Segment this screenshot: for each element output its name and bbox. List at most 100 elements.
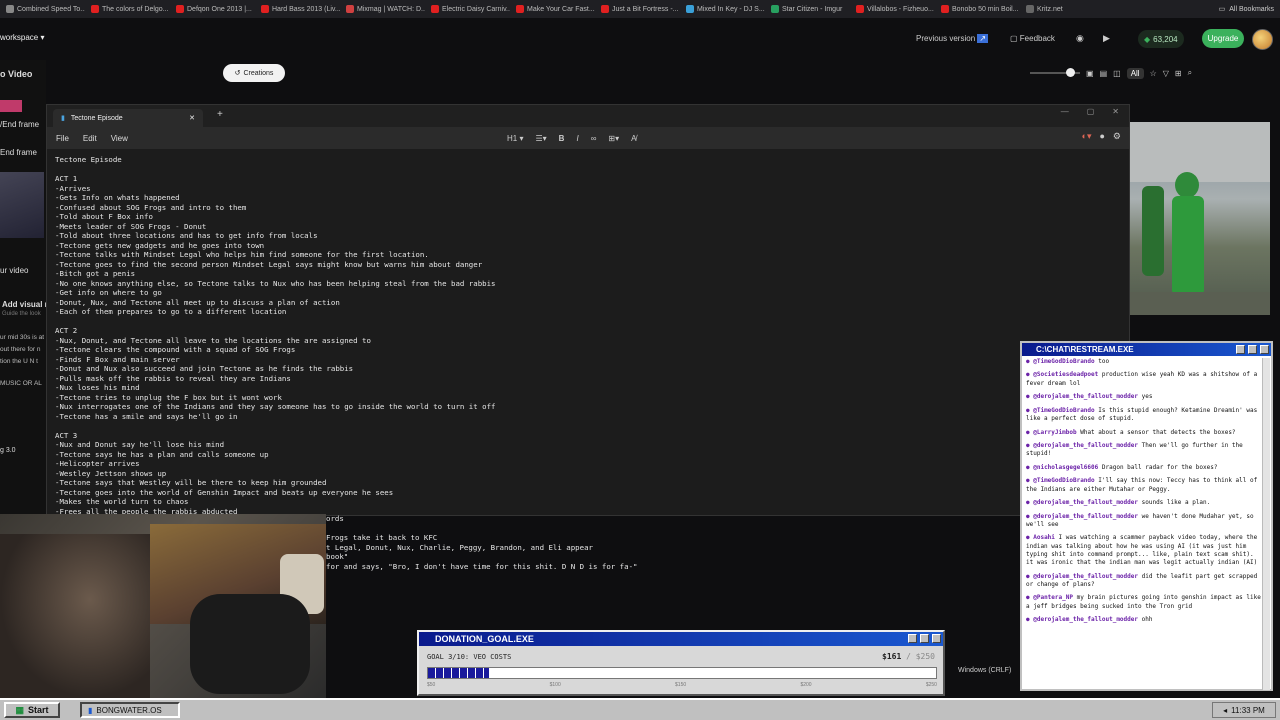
bookmark-item[interactable]: Defqon One 2013 |... [170,5,255,13]
model-label[interactable]: g 3.0 [0,447,16,454]
upgrade-button[interactable]: Upgrade [1202,29,1244,48]
profile-icon[interactable]: ● [1099,131,1104,142]
maximize-icon[interactable]: ▢ [1087,107,1095,116]
youtube-icon[interactable]: ▶ [1103,33,1110,44]
new-tab-icon[interactable]: + [217,109,223,120]
chat-username: @LarryJimbob [1033,428,1077,436]
all-bookmarks[interactable]: ▭ All Bookmarks [1210,0,1280,18]
close-window-icon[interactable]: ✕ [1112,107,1119,116]
heading-dropdown[interactable]: H1 ▾ [507,134,523,143]
grid-icon[interactable]: ⊞ [1175,69,1182,78]
clear-format-icon[interactable]: A̸ [631,134,636,143]
donation-goal-label: GOAL 3/10: VEO COSTS [427,653,512,661]
notepad-window: ▮ Tectone Episode ✕ + — ▢ ✕ File Edit View H… [46,104,1130,516]
history-icon: ↺ [234,70,241,77]
chat-username: @derojalem_the_fallout_modder [1033,442,1138,450]
bookmark-icon [516,5,524,13]
frame-thumb[interactable] [0,100,22,112]
bookmark-item[interactable]: Hard Bass 2013 (Liv... [255,5,340,13]
notepad-text[interactable]: Tectone Episode ACT 1 -Arrives -Gets Info o… [55,155,1125,516]
minimize-icon[interactable] [908,634,917,643]
chevron-down-icon: ▾ [40,33,45,42]
chat-message: ● @TimeGodDioBrando Is this stupid enoug… [1026,407,1262,424]
video-icon[interactable]: ▤ [1100,69,1108,78]
bookmark-item[interactable]: Combined Speed To... [0,5,85,13]
text-line: ACT 2 [55,326,78,335]
chat-scrollbar[interactable] [1262,358,1270,690]
credits-badge[interactable]: ◆ 63,204 [1138,30,1184,48]
donation-tick: $150 [675,682,687,688]
close-icon[interactable] [1260,345,1269,354]
filter-icon[interactable]: ▽ [1163,69,1169,78]
text-line: -Westley Jettson shows up [55,468,167,478]
bookmark-item[interactable]: Just a Bit Fortress -... [595,5,680,13]
taskbar-app[interactable]: ▮ BONGWATER.OS [80,702,180,718]
chat-text: I was watching a scammer payback video t… [1026,534,1258,567]
italic-icon[interactable]: I [576,134,578,143]
chat-username: @derojalem_the_fallout_modder [1033,572,1138,580]
notepad-tab[interactable]: ▮ Tectone Episode ✕ [53,109,203,127]
all-filter[interactable]: All [1126,67,1144,79]
avatar[interactable] [1252,29,1273,50]
bookmark-item[interactable]: The colors of Delgo... [85,5,170,13]
end-frame-option[interactable]: End frame [0,148,37,157]
bookmark-item[interactable]: Make Your Car Fast... [510,5,595,13]
text-line: -Donut, Nux, and Tectone all meet up to … [55,297,340,307]
bookmark-item[interactable]: Mixed In Key - DJ S... [680,5,765,13]
maximize-icon[interactable] [1248,345,1257,354]
minimize-icon[interactable] [1236,345,1245,354]
link-icon[interactable]: ∞ [591,134,597,143]
table-icon[interactable]: ⊞▾ [608,134,619,143]
creations-button[interactable]: ↺ Creations [223,64,285,82]
text-line: -Tectone tries to unplug the F box but i… [55,392,282,402]
bookmark-icon [941,5,949,13]
bookmark-item[interactable]: Electric Daisy Carniv... [425,5,510,13]
donation-progress-fill [428,668,489,678]
add-visual-ref[interactable]: Add visual re [2,300,52,309]
microphone [190,594,310,694]
close-icon[interactable] [932,634,941,643]
bookmark-item[interactable]: Kritz.net [1020,5,1105,13]
donation-tick: $200 [800,682,812,688]
close-icon[interactable]: ✕ [189,114,195,122]
start-button[interactable]: ▦ Start [4,702,60,718]
text-line: -Tectone gets new gadgets and he goes in… [55,240,265,250]
video-thumbnail[interactable] [1130,122,1270,315]
text-line: -Helicopter arrives [55,459,140,468]
star-icon[interactable]: ☆ [1150,69,1157,78]
bookmark-item[interactable]: Bonobo 50 min Boil... [935,5,1020,13]
bookmark-label: Combined Speed To... [17,5,85,13]
bold-icon[interactable]: B [559,134,565,143]
window-controls: — ▢ ✕ [1061,107,1119,116]
copilot-icon[interactable]: ◐▾ [1082,131,1092,142]
chat-message: ● @derojalem_the_fallout_modder yes [1026,393,1262,401]
bookmark-item[interactable]: Villalobos - Fizheuo... [850,5,935,13]
bookmark-icon [91,5,99,13]
chat-text: What about a sensor that detects the box… [1080,428,1236,436]
slider-knob[interactable] [1066,68,1075,77]
bookmark-item[interactable]: Mixmag | WATCH: D... [340,5,425,13]
text-line: Tectone Episode [55,155,122,164]
search-icon[interactable]: ⌕ [1188,68,1192,78]
tab-title: Tectone Episode [70,114,123,122]
bookmark-icon [6,5,14,13]
chat-message: ● @derojalem_the_fallout_modder ohh [1026,616,1262,624]
text-line: -Tectone goes into the world of Genshin … [55,487,394,497]
preview-image[interactable] [0,172,44,238]
maximize-icon[interactable] [920,634,929,643]
minimize-icon[interactable]: — [1061,107,1069,116]
discord-icon[interactable]: ◉ [1076,33,1084,44]
menu-view[interactable]: View [111,134,128,143]
previous-version-button[interactable]: Previous version ↗ [916,34,989,43]
image-icon[interactable]: ▣ [1086,69,1094,78]
list-icon[interactable]: ☰▾ [535,134,546,143]
workspace-selector[interactable]: workspace ▾ [0,33,45,42]
settings-icon[interactable]: ⚙ [1113,131,1121,142]
menu-file[interactable]: File [56,134,69,143]
size-slider[interactable] [1030,68,1080,77]
bookmark-item[interactable]: Star Citizen - Imgur [765,5,850,13]
audio-icon[interactable]: ◫ [1113,69,1121,78]
feedback-button[interactable]: ▢ Feedback [1010,34,1055,43]
menu-edit[interactable]: Edit [83,134,97,143]
credits-count: 63,204 [1153,34,1178,44]
